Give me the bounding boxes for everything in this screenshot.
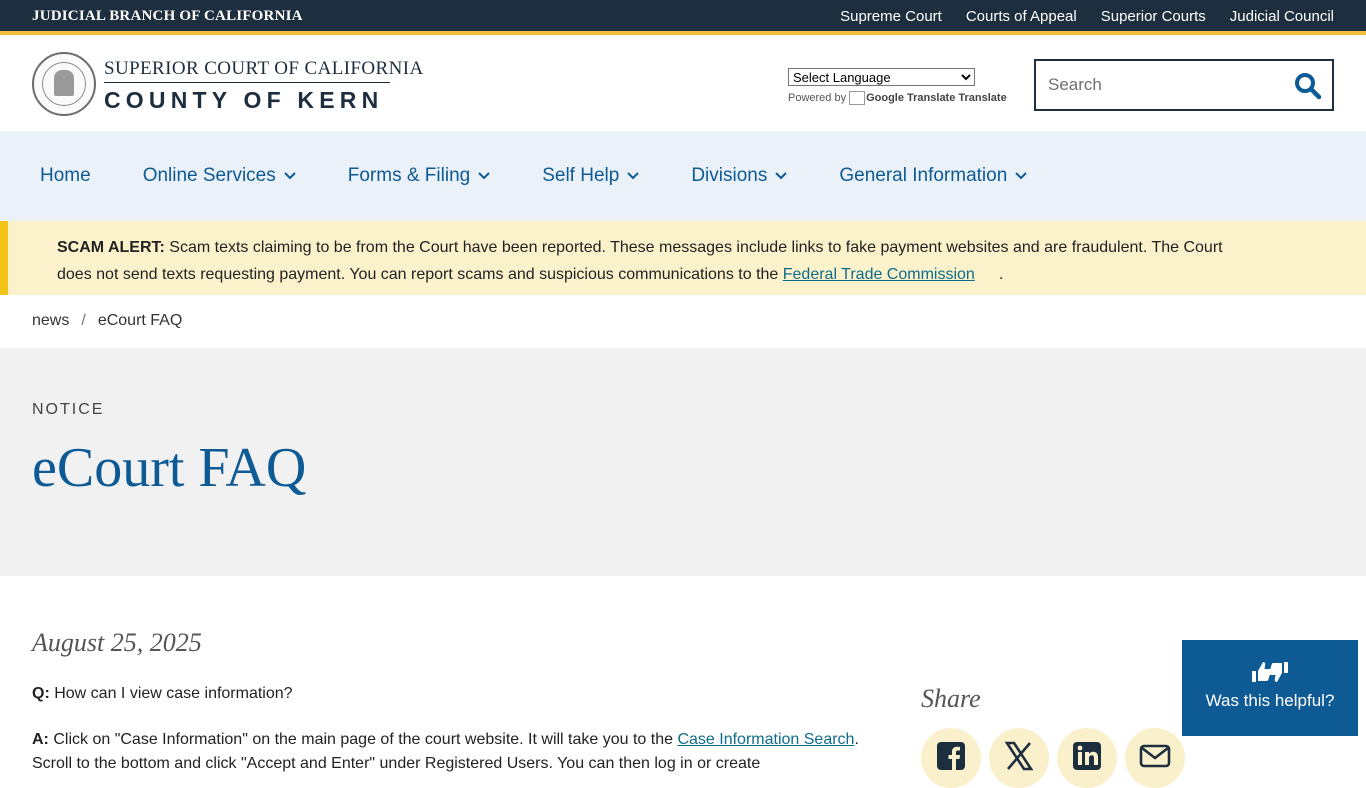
- top-links: Supreme Court Courts of Appeal Superior …: [840, 8, 1334, 25]
- nav-item-general-information[interactable]: General Information: [839, 165, 1027, 187]
- thumbs-up-down-icon: [1252, 662, 1288, 682]
- search-icon[interactable]: [1294, 72, 1322, 100]
- logo-line-superior-court[interactable]: SUPERIOR COURT OF CALIFORNIA: [104, 58, 424, 80]
- powered-by-label: Powered by: [788, 91, 847, 104]
- page-hero: NOTICE eCourt FAQ: [0, 348, 1366, 576]
- language-select[interactable]: Select Language: [788, 68, 975, 86]
- scam-alert-end: .: [998, 266, 1004, 283]
- seal-figure: [54, 70, 74, 96]
- google-translate-link[interactable]: Google Translate: [866, 92, 955, 104]
- nav-item-label: Self Help: [542, 165, 620, 186]
- answer-label: A:: [32, 731, 49, 748]
- powered-by-text: Powered by Google Translate Translate: [788, 91, 1007, 105]
- nav-item-label: Online Services: [142, 165, 276, 186]
- nav-item-label: Divisions: [691, 165, 768, 186]
- page-kicker: NOTICE: [32, 401, 105, 418]
- article-date: August 25, 2025: [32, 628, 202, 657]
- question-label: Q:: [32, 685, 50, 702]
- nav-item-label: Home: [40, 165, 91, 186]
- scam-alert-label: SCAM ALERT:: [57, 239, 165, 256]
- scam-alert-body: Scam texts claiming to be from the Court…: [57, 239, 1223, 283]
- top-link-courts-of-appeal[interactable]: Courts of Appeal: [966, 8, 1077, 25]
- breadcrumb-item-news[interactable]: news: [32, 312, 69, 330]
- nav-item-online-services[interactable]: Online Services: [143, 165, 296, 187]
- top-bar: JUDICIAL BRANCH OF CALIFORNIA Supreme Co…: [0, 0, 1366, 35]
- chevron-down-icon: [1015, 172, 1027, 180]
- nav-item-home[interactable]: Home: [40, 165, 91, 187]
- feedback-label: Was this helpful?: [1205, 691, 1335, 710]
- breadcrumb-item-current: eCourt FAQ: [97, 312, 183, 329]
- site-header: SUPERIOR COURT OF CALIFORNIA COUNTY OF K…: [0, 39, 1366, 131]
- share-linkedin-button[interactable]: [1057, 728, 1117, 788]
- faq-question: Q: How can I view case information?: [32, 682, 882, 706]
- answer-text: Click on "Case Information" on the main …: [48, 731, 678, 748]
- chevron-down-icon: [284, 172, 296, 180]
- share-facebook-button[interactable]: [921, 728, 981, 788]
- nav-item-self-help[interactable]: Self Help: [542, 165, 640, 187]
- share-title: Share: [921, 684, 981, 713]
- email-icon: [1139, 744, 1171, 768]
- faq-answer: A: Click on "Case Information" on the ma…: [32, 728, 882, 776]
- search-box: [1034, 59, 1334, 111]
- chevron-down-icon: [627, 172, 640, 180]
- logo-divider: [104, 82, 390, 83]
- scam-alert-text: SCAM ALERT: Scam texts claiming to be fr…: [57, 234, 1247, 288]
- x-icon: [1004, 741, 1034, 771]
- main-navigation: Home Online Services Forms & Filing Self…: [0, 131, 1366, 221]
- top-link-superior-courts[interactable]: Superior Courts: [1101, 8, 1206, 25]
- chevron-down-icon: [775, 172, 788, 180]
- translate-link[interactable]: Translate: [958, 92, 1006, 104]
- feedback-button[interactable]: Was this helpful?: [1182, 640, 1358, 736]
- judicial-branch-title[interactable]: JUDICIAL BRANCH OF CALIFORNIA: [32, 8, 303, 25]
- ftc-link[interactable]: Federal Trade Commission: [783, 266, 975, 283]
- page-title: eCourt FAQ: [32, 437, 307, 499]
- case-information-search-link[interactable]: Case Information Search: [677, 731, 854, 748]
- nav-item-divisions[interactable]: Divisions: [691, 165, 788, 187]
- question-text: How can I view case information?: [49, 685, 293, 702]
- breadcrumb: news / eCourt FAQ: [32, 312, 182, 330]
- search-input[interactable]: [1048, 73, 1288, 97]
- logo-line-county[interactable]: COUNTY OF KERN: [104, 87, 383, 114]
- scam-alert-banner: SCAM ALERT: Scam texts claiming to be fr…: [0, 221, 1366, 295]
- breadcrumb-separator: /: [81, 312, 86, 329]
- nav-item-label: General Information: [839, 165, 1008, 186]
- nav-item-forms-filing[interactable]: Forms & Filing: [348, 165, 490, 187]
- nav-item-label: Forms & Filing: [347, 165, 471, 186]
- google-translate-widget: Select Language Powered by Google Transla…: [788, 68, 1007, 105]
- top-link-judicial-council[interactable]: Judicial Council: [1230, 8, 1334, 25]
- google-translate-image-icon: [849, 91, 866, 105]
- facebook-icon: [937, 742, 965, 770]
- linkedin-icon: [1073, 742, 1101, 770]
- share-email-button[interactable]: [1125, 728, 1185, 788]
- court-seal-logo[interactable]: [32, 52, 96, 116]
- top-link-supreme-court[interactable]: Supreme Court: [840, 8, 942, 25]
- chevron-down-icon: [478, 172, 490, 180]
- share-x-button[interactable]: [989, 728, 1049, 788]
